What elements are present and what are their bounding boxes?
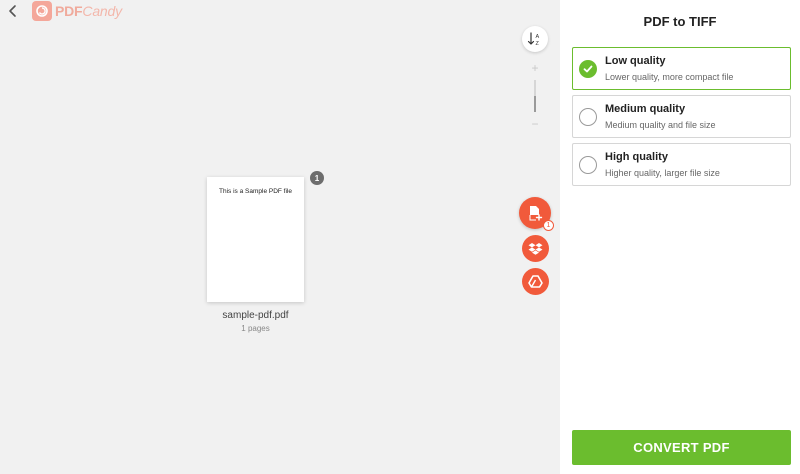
logo-text: PDFCandy — [55, 3, 122, 19]
file-thumbnail[interactable]: This is a Sample PDF file — [207, 177, 304, 302]
add-file-icon — [529, 206, 543, 221]
option-description: Lower quality, more compact file — [605, 72, 734, 82]
option-description: Higher quality, larger file size — [605, 168, 720, 178]
radio-checked-icon — [579, 60, 597, 78]
option-description: Medium quality and file size — [605, 120, 716, 130]
radio-unchecked-icon — [579, 108, 597, 126]
conversion-panel: PDF to TIFF Low quality Lower quality, m… — [560, 0, 800, 474]
option-label: High quality — [605, 151, 668, 163]
sort-button[interactable]: A Z — [522, 26, 548, 52]
logo-main: PDF — [55, 3, 83, 19]
option-medium-quality[interactable]: Medium quality Medium quality and file s… — [572, 95, 791, 138]
option-low-quality[interactable]: Low quality Lower quality, more compact … — [572, 47, 791, 90]
radio-unchecked-icon — [579, 156, 597, 174]
file-name: sample-pdf.pdf — [222, 310, 289, 321]
zoom-out-button[interactable]: − — [528, 118, 542, 130]
svg-text:A: A — [536, 34, 540, 40]
add-file-count-badge: 1 — [543, 220, 554, 231]
panel-title: PDF to TIFF — [643, 14, 717, 29]
logo-accent: Candy — [82, 3, 122, 19]
zoom-slider-thumb[interactable] — [534, 96, 536, 112]
dropbox-button[interactable] — [522, 235, 549, 262]
option-label: Low quality — [605, 55, 666, 67]
convert-pdf-button[interactable]: CONVERT PDF — [572, 430, 791, 465]
google-drive-icon — [528, 275, 543, 288]
back-arrow-icon[interactable] — [6, 4, 20, 18]
zoom-control: + − — [528, 62, 542, 132]
logo[interactable]: PDFCandy — [32, 1, 122, 21]
page-count-badge: 1 — [310, 171, 324, 185]
workspace: PDFCandy A Z + − This is a Sample PDF fi… — [0, 0, 560, 474]
option-high-quality[interactable]: High quality Higher quality, larger file… — [572, 143, 791, 186]
dropbox-icon — [528, 242, 543, 255]
svg-text:Z: Z — [536, 41, 540, 47]
option-label: Medium quality — [605, 103, 686, 115]
file-page-count: 1 pages — [241, 324, 270, 333]
google-drive-button[interactable] — [522, 268, 549, 295]
file-preview-text: This is a Sample PDF file — [219, 188, 292, 195]
candy-logo-icon — [32, 1, 52, 21]
zoom-in-button[interactable]: + — [528, 62, 542, 74]
sort-az-icon: A Z — [527, 32, 540, 47]
